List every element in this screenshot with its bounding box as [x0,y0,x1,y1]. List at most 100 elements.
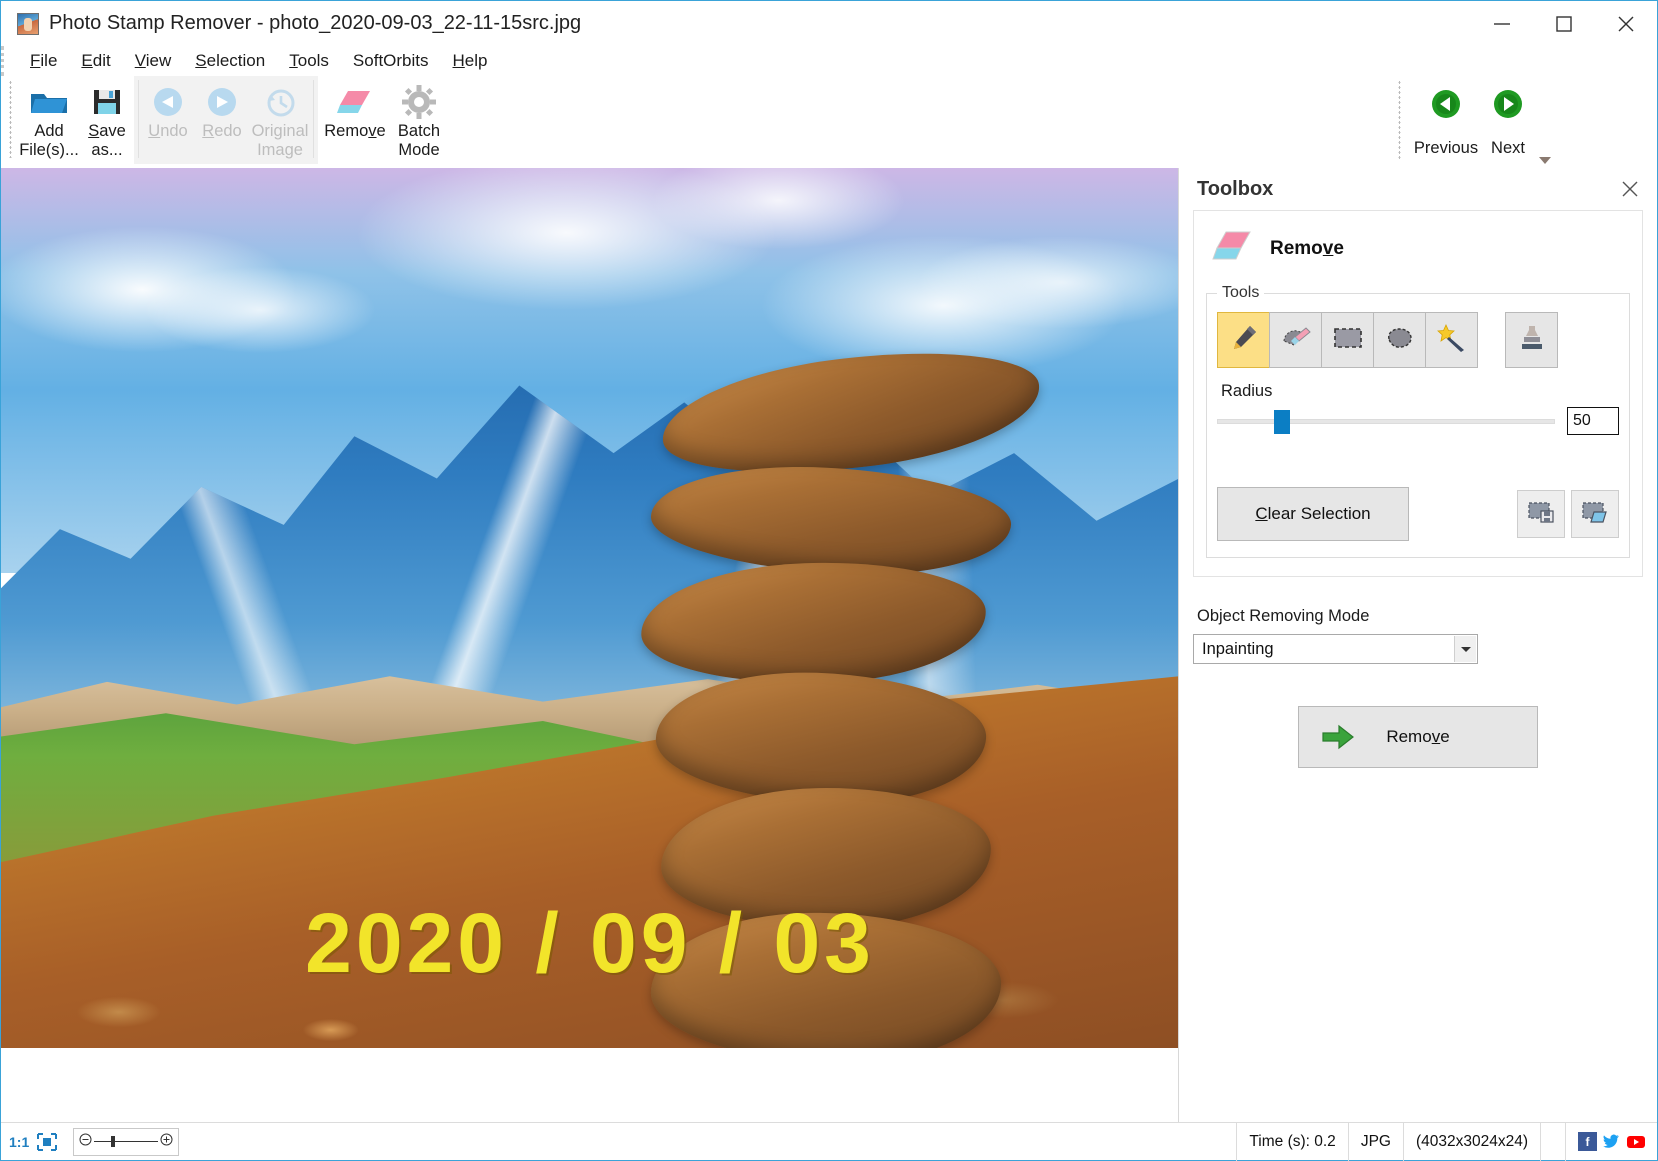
file-format: JPG [1348,1123,1403,1161]
undo-arrow-icon [151,82,185,122]
toolbar-separator-2 [313,80,314,158]
close-icon[interactable] [1617,176,1643,202]
clear-selection-button[interactable]: Clear Selection [1217,487,1409,541]
previous-button[interactable]: Previous [1415,80,1477,158]
twitter-icon[interactable] [1602,1132,1621,1151]
processing-time: Time (s): 0.2 [1236,1123,1347,1161]
save-selection-button[interactable] [1517,490,1565,538]
radius-slider[interactable] [1217,408,1555,434]
toolbox-section-title: Remove [1270,238,1344,260]
menu-tools[interactable]: Tools [277,49,341,73]
lasso-select-tool-button[interactable] [1373,312,1426,368]
status-right-group: Time (s): 0.2 JPG (4032x3024x24) f [1236,1123,1657,1161]
menu-edit[interactable]: Edit [69,49,122,73]
undo-button[interactable]: Undo [141,76,195,164]
remove-toolbar-button[interactable]: Remove [318,76,392,164]
main-toolbar: Add File(s)... Save as... [1,76,1657,168]
eraser-tool-button[interactable] [1269,312,1322,368]
history-button-group: Undo Redo O [134,76,318,164]
save-selection-icon [1527,500,1555,529]
tools-legend: Tools [1217,284,1264,302]
rectangle-select-tool-button[interactable] [1321,312,1374,368]
load-selection-button[interactable] [1571,490,1619,538]
social-links: f [1565,1123,1657,1161]
rock-3 [639,557,988,689]
previous-label: Previous [1414,139,1478,158]
object-removing-mode-select[interactable]: Inpainting [1193,634,1478,664]
remove-toolbar-label: Remove [322,122,387,141]
add-files-label-2: File(s)... [17,141,81,160]
facebook-icon[interactable]: f [1578,1132,1597,1151]
nav-grip[interactable] [1398,80,1401,160]
toolbar-grip[interactable] [9,80,12,158]
object-removing-mode-value: Inpainting [1202,640,1274,659]
batch-mode-label-2: Mode [396,141,441,160]
radius-slider-track[interactable] [1217,419,1555,424]
clone-stamp-icon [1517,323,1547,358]
image-canvas[interactable]: 2020 / 09 / 03 [1,168,1179,1122]
menu-softorbits[interactable]: SoftOrbits [341,49,441,73]
original-image-button[interactable]: Original Image [249,76,311,164]
chevron-down-icon[interactable] [1454,636,1476,662]
original-image-label-2: Image [255,141,305,160]
photo-image[interactable]: 2020 / 09 / 03 [1,168,1179,1048]
eraser-brush-icon [1281,323,1311,358]
zoom-out-icon[interactable] [79,1133,92,1151]
fit-to-window-icon[interactable] [37,1133,57,1151]
menu-file[interactable]: FFileile [18,49,69,73]
clock-history-icon [263,82,297,122]
load-selection-icon [1581,500,1609,529]
menu-view[interactable]: View [123,49,184,73]
next-button[interactable]: Next [1477,80,1539,158]
youtube-icon[interactable] [1626,1132,1645,1151]
radius-label: Radius [1221,382,1619,401]
stamp-tool-button[interactable] [1505,312,1558,368]
menu-help[interactable]: Help [441,49,500,73]
brush-tool-button[interactable] [1217,312,1270,368]
remove-action-button[interactable]: Remove [1298,706,1538,768]
save-as-label-2: as... [89,141,124,160]
original-image-label-1: Original [250,122,311,141]
eraser-icon [336,82,374,122]
zoom-slider[interactable] [73,1128,179,1156]
menu-selection[interactable]: Selection [183,49,277,73]
open-folder-icon [29,82,69,122]
magic-wand-icon [1437,323,1467,358]
window-controls [1471,1,1657,46]
redo-button[interactable]: Redo [195,76,249,164]
batch-mode-button[interactable]: Batch Mode [392,76,446,164]
tools-group: Tools [1206,284,1630,558]
redo-arrow-icon [205,82,239,122]
zoom-ratio-label[interactable]: 1:1 [9,1134,29,1150]
lasso-icon [1385,325,1415,356]
add-files-button[interactable]: Add File(s)... [18,76,80,164]
image-dimensions: (4032x3024x24) [1403,1123,1540,1161]
add-files-label-1: Add [32,122,65,141]
menu-bar: FFileile Edit View Selection Tools SoftO… [1,46,1657,76]
magic-wand-tool-button[interactable] [1425,312,1478,368]
gear-icon [402,82,436,122]
toolbar-overflow-icon[interactable] [1537,154,1553,166]
zoom-in-icon[interactable] [160,1133,173,1151]
save-as-button[interactable]: Save as... [80,76,134,164]
radius-slider-thumb[interactable] [1274,410,1290,434]
rock-1 [656,335,1047,490]
status-bar: 1:1 Time (s): 0.2 JPG (4032x3024x24) [1,1122,1657,1160]
rectangle-marquee-icon [1333,326,1363,355]
minimize-button[interactable] [1471,1,1533,46]
undo-label: Undo [146,122,189,141]
eraser-icon [1212,229,1254,268]
close-button[interactable] [1595,1,1657,46]
maximize-button[interactable] [1533,1,1595,46]
toolbox-header: Toolbox [1193,168,1643,210]
redo-label: Redo [200,122,243,141]
green-left-arrow-icon [1430,88,1462,125]
info-icon[interactable] [1540,1123,1565,1161]
application-window: Photo Stamp Remover - photo_2020-09-03_2… [0,0,1658,1161]
navigation-group: Previous Next [1398,80,1539,160]
toolbox-title: Toolbox [1197,178,1273,201]
zoom-slider-track[interactable] [94,1141,158,1142]
tools-row [1217,312,1619,368]
radius-input[interactable]: 50 [1567,407,1619,435]
toolbar-separator-1 [138,80,139,158]
